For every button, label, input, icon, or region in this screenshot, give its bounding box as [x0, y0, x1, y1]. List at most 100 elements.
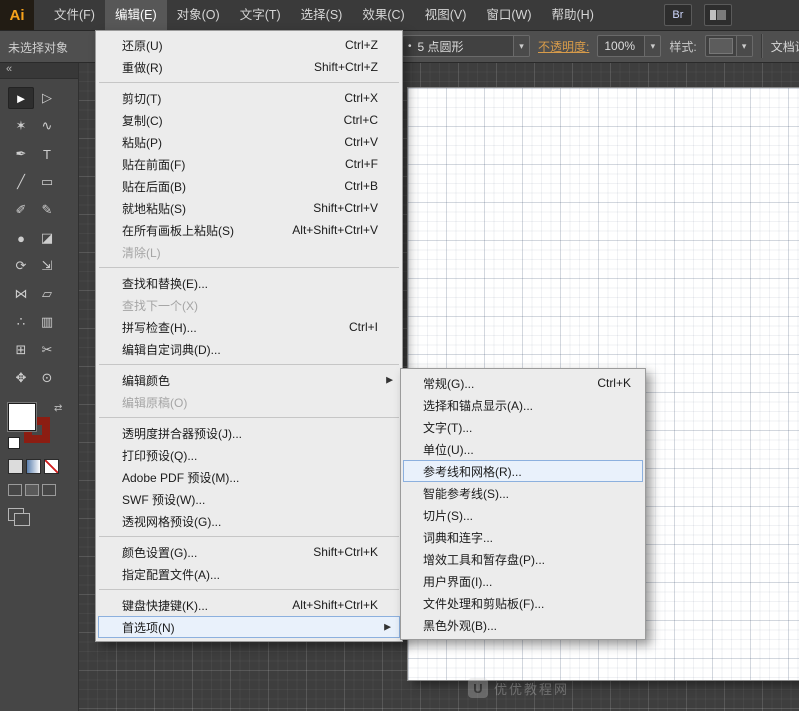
- menu-item-paste-in-back[interactable]: 贴在后面(B)Ctrl+B: [96, 175, 402, 197]
- submenu-item-user-interface[interactable]: 用户界面(I)...: [401, 570, 645, 592]
- pen-tool[interactable]: ✒: [8, 143, 34, 165]
- menu-item-keyboard-shortcuts[interactable]: 键盘快捷键(K)...Alt+Shift+Ctrl+K: [96, 594, 402, 616]
- width-tool[interactable]: ⋈: [8, 283, 34, 305]
- free-transform-tool[interactable]: ▱: [34, 283, 60, 305]
- menu-item-preferences[interactable]: 首选项(N): [98, 616, 400, 638]
- submenu-item-units[interactable]: 单位(U)...: [401, 438, 645, 460]
- submenu-item-hyphenation[interactable]: 词典和连字...: [401, 526, 645, 548]
- brush-preset-value: 5 点圆形: [412, 38, 470, 55]
- menu-item-assign-profile[interactable]: 指定配置文件(A)...: [96, 563, 402, 585]
- menu-item-paste-in-front[interactable]: 贴在前面(F)Ctrl+F: [96, 153, 402, 175]
- menu-item-copy[interactable]: 复制(C)Ctrl+C: [96, 109, 402, 131]
- menu-item-shortcut: Shift+Ctrl+V: [313, 201, 378, 215]
- menu-separator: [99, 536, 399, 537]
- rotate-tool[interactable]: ⟳: [8, 255, 34, 277]
- document-setup-button[interactable]: 文档设置: [771, 38, 799, 55]
- menu-item-paste[interactable]: 粘贴(P)Ctrl+V: [96, 131, 402, 153]
- menu-window[interactable]: 窗口(W): [476, 0, 541, 30]
- fill-color-swatch[interactable]: [8, 403, 36, 431]
- dropdown-arrow-icon[interactable]: [736, 36, 752, 56]
- menu-item-undo[interactable]: 还原(U)Ctrl+Z: [96, 34, 402, 56]
- opacity-dropdown[interactable]: 100%: [597, 35, 661, 57]
- slice-tool[interactable]: ✂: [34, 339, 60, 361]
- menu-view[interactable]: 视图(V): [415, 0, 477, 30]
- submenu-item-guides-and-grid[interactable]: 参考线和网格(R)...: [403, 460, 643, 482]
- menu-item-check-spelling[interactable]: 拼写检查(H)...Ctrl+I: [96, 316, 402, 338]
- magic-wand-tool[interactable]: ✶: [8, 115, 34, 137]
- draw-behind-button[interactable]: [25, 484, 39, 496]
- brush-preset-dropdown[interactable]: • 5 点圆形: [402, 35, 530, 57]
- bridge-button[interactable]: Br: [664, 4, 692, 26]
- collapse-panel-button[interactable]: [0, 62, 78, 79]
- line-tool[interactable]: ╱: [8, 171, 34, 193]
- lasso-tool[interactable]: ∿: [34, 115, 60, 137]
- dropdown-arrow-icon[interactable]: [513, 36, 529, 56]
- menu-help[interactable]: 帮助(H): [542, 0, 604, 30]
- draw-inside-button[interactable]: [42, 484, 56, 496]
- menu-separator: [99, 82, 399, 83]
- none-button[interactable]: [44, 459, 59, 474]
- menu-item-color-settings[interactable]: 颜色设置(G)...Shift+Ctrl+K: [96, 541, 402, 563]
- menu-item-print-presets[interactable]: 打印预设(Q)...: [96, 444, 402, 466]
- paintbrush-tool[interactable]: ✐: [8, 199, 34, 221]
- menu-type[interactable]: 文字(T): [230, 0, 291, 30]
- direct-selection-tool[interactable]: ▷: [34, 87, 60, 109]
- edit-menu-panel: 还原(U)Ctrl+Z 重做(R)Shift+Ctrl+Z 剪切(T)Ctrl+…: [95, 30, 403, 642]
- color-button[interactable]: [8, 459, 23, 474]
- zoom-tool[interactable]: ⊙: [34, 367, 60, 389]
- menu-item-label: 常规(G)...: [423, 375, 474, 392]
- illustrator-window: Ai 文件(F) 编辑(E) 对象(O) 文字(T) 选择(S) 效果(C) 视…: [0, 0, 799, 711]
- menu-item-find-next: 查找下一个(X): [96, 294, 402, 316]
- menu-item-swf-presets[interactable]: SWF 预设(W)...: [96, 488, 402, 510]
- artboard-tool[interactable]: ⊞: [8, 339, 34, 361]
- menu-item-redo[interactable]: 重做(R)Shift+Ctrl+Z: [96, 56, 402, 78]
- menu-effect[interactable]: 效果(C): [352, 0, 414, 30]
- style-dropdown[interactable]: [705, 35, 753, 57]
- eraser-tool[interactable]: ◪: [34, 227, 60, 249]
- menu-item-cut[interactable]: 剪切(T)Ctrl+X: [96, 87, 402, 109]
- menu-item-label: 文件处理和剪贴板(F)...: [423, 595, 544, 612]
- column-graph-tool[interactable]: ▥: [34, 311, 60, 333]
- menu-file[interactable]: 文件(F): [44, 0, 105, 30]
- submenu-item-selection-anchor-display[interactable]: 选择和锚点显示(A)...: [401, 394, 645, 416]
- pencil-tool[interactable]: ✎: [34, 199, 60, 221]
- menu-item-perspective-grid-presets[interactable]: 透视网格预设(G)...: [96, 510, 402, 532]
- draw-normal-button[interactable]: [8, 484, 22, 496]
- menu-item-paste-on-all-artboards[interactable]: 在所有画板上粘贴(S)Alt+Shift+Ctrl+V: [96, 219, 402, 241]
- hand-tool[interactable]: ✥: [8, 367, 34, 389]
- type-tool[interactable]: T: [34, 143, 60, 165]
- submenu-item-smart-guides[interactable]: 智能参考线(S)...: [401, 482, 645, 504]
- menu-item-transparency-flattener-presets[interactable]: 透明度拼合器预设(J)...: [96, 422, 402, 444]
- submenu-item-slices[interactable]: 切片(S)...: [401, 504, 645, 526]
- screen-mode-button[interactable]: [8, 508, 30, 526]
- submenu-item-general[interactable]: 常规(G)...Ctrl+K: [401, 372, 645, 394]
- workspace-switcher-icon[interactable]: [704, 4, 732, 26]
- submenu-item-file-handling-clipboard[interactable]: 文件处理和剪贴板(F)...: [401, 592, 645, 614]
- menu-item-edit-custom-dictionary[interactable]: 编辑自定词典(D)...: [96, 338, 402, 360]
- menu-item-find-and-replace[interactable]: 查找和替换(E)...: [96, 272, 402, 294]
- submenu-item-type[interactable]: 文字(T)...: [401, 416, 645, 438]
- gradient-button[interactable]: [26, 459, 41, 474]
- opacity-link[interactable]: 不透明度:: [538, 38, 589, 55]
- submenu-item-appearance-of-black[interactable]: 黑色外观(B)...: [401, 614, 645, 636]
- symbol-sprayer-tool[interactable]: ∴: [8, 311, 34, 333]
- menu-select[interactable]: 选择(S): [291, 0, 353, 30]
- menu-item-label: 剪切(T): [122, 90, 161, 107]
- menu-item-label: 编辑颜色: [122, 372, 170, 389]
- menu-item-label: 拼写检查(H)...: [122, 319, 197, 336]
- rectangle-tool[interactable]: ▭: [34, 171, 60, 193]
- scale-tool[interactable]: ⇲: [34, 255, 60, 277]
- default-fill-stroke-icon[interactable]: [8, 437, 20, 449]
- menu-edit[interactable]: 编辑(E): [105, 0, 167, 30]
- submenu-item-plugins-scratch-disks[interactable]: 增效工具和暂存盘(P)...: [401, 548, 645, 570]
- blob-brush-tool[interactable]: ●: [8, 227, 34, 249]
- menu-item-edit-colors[interactable]: 编辑颜色: [96, 369, 402, 391]
- menu-item-label: 首选项(N): [122, 619, 175, 636]
- swap-fill-stroke-icon[interactable]: [54, 403, 62, 414]
- menu-item-adobe-pdf-presets[interactable]: Adobe PDF 预设(M)...: [96, 466, 402, 488]
- menu-item-label: 查找下一个(X): [122, 297, 198, 314]
- dropdown-arrow-icon[interactable]: [644, 36, 660, 56]
- menu-object[interactable]: 对象(O): [167, 0, 230, 30]
- selection-tool[interactable]: ►: [8, 87, 34, 109]
- menu-item-paste-in-place[interactable]: 就地粘贴(S)Shift+Ctrl+V: [96, 197, 402, 219]
